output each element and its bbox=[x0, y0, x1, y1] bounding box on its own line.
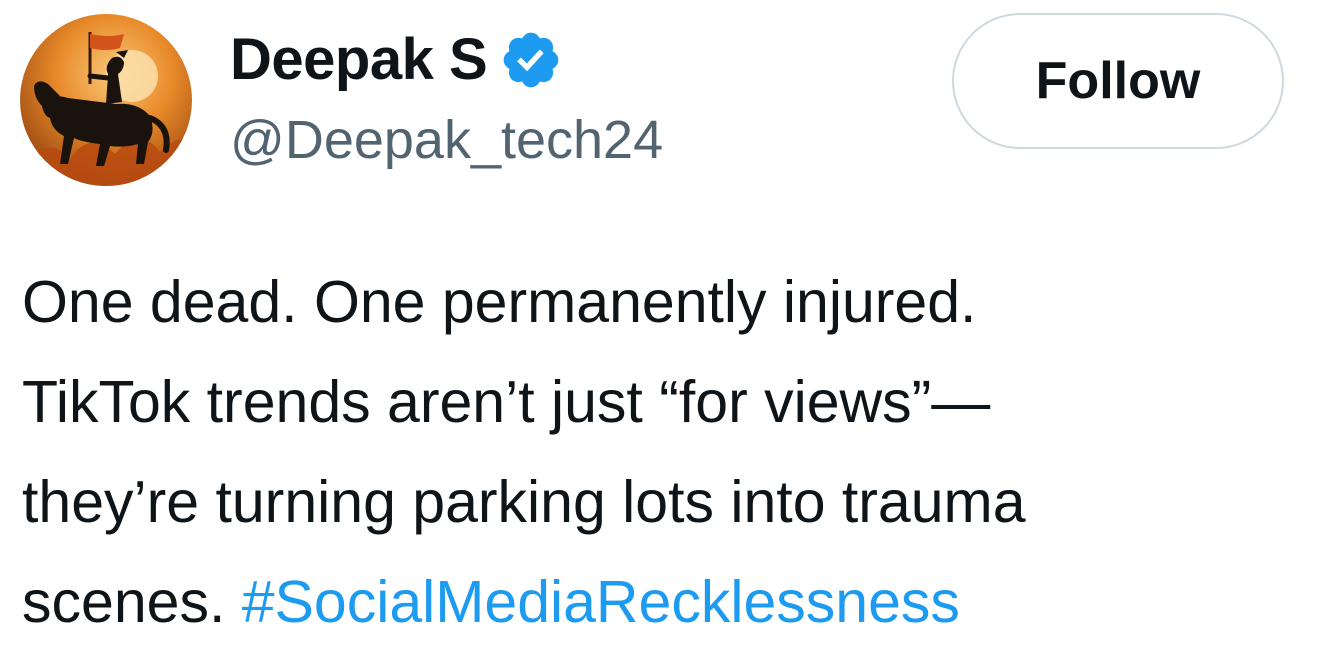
tweet-line-text: scenes. bbox=[22, 569, 242, 635]
author-display-name[interactable]: Deepak S bbox=[230, 31, 488, 89]
tweet-line: they’re turning parking lots into trauma bbox=[22, 469, 1026, 535]
tweet-line: TikTok trends aren’t just “for views”— bbox=[22, 369, 991, 435]
tweet-line: One dead. One permanently injured. bbox=[22, 269, 977, 335]
author-name-row: Deepak S bbox=[230, 20, 563, 100]
horse-rider-avatar-icon bbox=[20, 14, 192, 186]
author-handle[interactable]: @Deepak_tech24 bbox=[230, 108, 663, 173]
hashtag-link[interactable]: #SocialMediaRecklessness bbox=[242, 569, 960, 635]
tweet-line-last: scenes. #SocialMediaRecklessness bbox=[22, 552, 1332, 652]
tweet-body: One dead. One permanently injured. TikTo… bbox=[22, 252, 1332, 652]
tweet-card: Deepak S @Deepak_tech24 Follow One dead.… bbox=[0, 0, 1344, 672]
follow-button[interactable]: Follow bbox=[952, 13, 1284, 149]
verified-badge-icon[interactable] bbox=[499, 28, 563, 92]
author-avatar[interactable] bbox=[20, 14, 192, 186]
